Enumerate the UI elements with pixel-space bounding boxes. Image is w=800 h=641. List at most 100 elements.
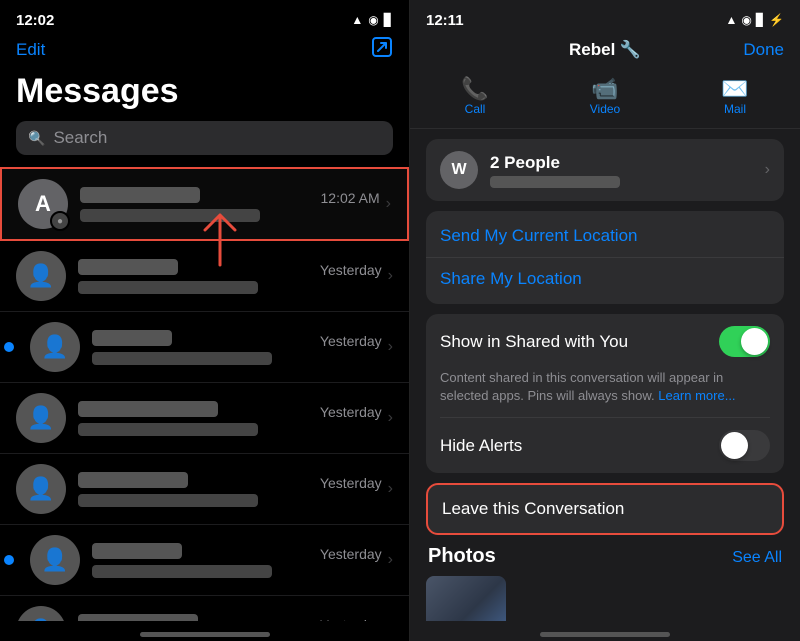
people-chevron-icon: ›	[765, 161, 770, 179]
home-bar-left	[0, 621, 409, 641]
avatar-5: 👤	[16, 464, 66, 514]
toggle-knob-shared	[741, 328, 768, 355]
photo-image-1: W	[426, 576, 506, 621]
photos-section: Photos See All W	[426, 545, 784, 621]
conversation-item-1[interactable]: A ● 12:02 AM ›	[0, 167, 409, 241]
conv-time-3: Yesterday	[320, 333, 382, 349]
conv-time-6: Yesterday	[320, 546, 382, 562]
avatar-wrap-6: 👤	[30, 535, 80, 585]
messages-title: Messages	[0, 72, 409, 121]
send-location-link[interactable]: Send My Current Location	[440, 226, 638, 245]
people-row[interactable]: W 2 People ›	[426, 139, 784, 201]
conv-preview-2	[78, 281, 258, 294]
left-panel: 12:02 ▲ ◉ ▊ Edit Messages 🔍 Search A ●	[0, 0, 410, 641]
conv-preview-5	[78, 494, 258, 507]
avatar-7: 👤	[16, 606, 66, 621]
status-time-right: 12:11	[426, 12, 464, 29]
people-count: 2 People	[490, 153, 765, 173]
conversation-item-4[interactable]: 👤 Yesterday ›	[0, 383, 409, 454]
unread-dot-3	[4, 342, 14, 352]
photo-thumb-1[interactable]: W	[426, 576, 506, 621]
home-indicator-right	[540, 632, 670, 637]
conv-time-7: Yesterday	[320, 617, 382, 622]
status-icons-right: ▲ ◉ ▊ ⚡	[725, 13, 784, 27]
shared-with-you-toggle[interactable]	[719, 326, 770, 357]
detail-scroll[interactable]: W 2 People › Send My Current Location Sh…	[410, 129, 800, 621]
search-bar[interactable]: 🔍 Search	[16, 121, 393, 155]
conv-name-7	[78, 614, 198, 622]
avatar-4: 👤	[16, 393, 66, 443]
toggle-section: Show in Shared with You Content shared i…	[426, 314, 784, 473]
conv-content-7: Yesterday	[78, 614, 382, 622]
hide-alerts-row: Hide Alerts	[426, 418, 784, 473]
avatar-sub-1: ●	[50, 211, 70, 231]
photos-grid: W	[426, 576, 784, 621]
compose-button[interactable]	[371, 36, 393, 64]
charging-icon: ⚡	[769, 13, 784, 27]
conversation-item-3[interactable]: 👤 Yesterday ›	[0, 312, 409, 383]
signal-icon: ▲	[351, 13, 363, 27]
conv-name-1	[80, 187, 200, 203]
conv-name-5	[78, 472, 188, 488]
avatar-wrap-7: 👤	[16, 606, 66, 621]
detail-title-wrap: Rebel 🔧	[569, 40, 641, 60]
tab-call[interactable]: 📞 Call	[410, 72, 540, 120]
status-bar-right: 12:11 ▲ ◉ ▊ ⚡	[410, 0, 800, 36]
conv-time-2: Yesterday	[320, 262, 382, 278]
conv-content-1: 12:02 AM	[80, 187, 380, 222]
tab-video[interactable]: 📹 Video	[540, 72, 670, 120]
send-location-item[interactable]: Send My Current Location	[426, 215, 784, 258]
conversation-item-6[interactable]: 👤 Yesterday ›	[0, 525, 409, 596]
battery-icon-left: ▊	[384, 13, 393, 27]
location-section: Send My Current Location Share My Locati…	[426, 211, 784, 304]
photos-title: Photos	[428, 545, 496, 568]
chevron-icon-4: ›	[388, 409, 393, 427]
conv-name-2	[78, 259, 178, 275]
share-location-link[interactable]: Share My Location	[440, 269, 582, 288]
conv-preview-1	[80, 209, 260, 222]
chevron-icon-5: ›	[388, 480, 393, 498]
tab-mail[interactable]: ✉️ Mail	[670, 72, 800, 120]
status-icons-left: ▲ ◉ ▊	[351, 13, 393, 27]
conversation-item-5[interactable]: 👤 Yesterday ›	[0, 454, 409, 525]
share-location-item[interactable]: Share My Location	[426, 258, 784, 300]
detail-title: Rebel	[569, 40, 615, 59]
conversation-item-7[interactable]: 👤 Yesterday ›	[0, 596, 409, 621]
search-placeholder: Search	[53, 128, 107, 148]
avatar-2: 👤	[16, 251, 66, 301]
conv-content-4: Yesterday	[78, 401, 382, 436]
unread-dot-6	[4, 555, 14, 565]
conversation-list: A ● 12:02 AM › 👤 Yesterday	[0, 167, 409, 621]
toggle-knob-alerts	[721, 432, 748, 459]
photos-header: Photos See All	[426, 545, 784, 568]
edit-button[interactable]: Edit	[16, 40, 45, 60]
hide-alerts-toggle[interactable]	[719, 430, 770, 461]
avatar-wrap-3: 👤	[30, 322, 80, 372]
avatar-wrap-5: 👤	[16, 464, 66, 514]
wifi-icon-right: ◉	[741, 13, 751, 27]
leave-text: Leave this Conversation	[442, 499, 624, 518]
photos-see-all-button[interactable]: See All	[732, 549, 782, 567]
done-button[interactable]: Done	[743, 40, 784, 60]
conversation-item-2[interactable]: 👤 Yesterday ›	[0, 241, 409, 312]
action-tabs: 📞 Call 📹 Video ✉️ Mail	[410, 68, 800, 129]
leave-button[interactable]: Leave this Conversation	[428, 485, 782, 533]
conv-time-1: 12:02 AM	[321, 190, 380, 206]
conv-name-6	[92, 543, 182, 559]
chevron-icon-2: ›	[388, 267, 393, 285]
avatar-6: 👤	[30, 535, 80, 585]
conv-content-3: Yesterday	[92, 330, 382, 365]
leave-section[interactable]: Leave this Conversation	[426, 483, 784, 535]
conv-name-row-1: 12:02 AM	[80, 187, 380, 206]
learn-more-link[interactable]: Learn more...	[658, 388, 735, 403]
conv-preview-4	[78, 423, 258, 436]
shared-with-you-label: Show in Shared with You	[440, 332, 628, 352]
shared-with-you-row: Show in Shared with You	[426, 314, 784, 369]
home-indicator-left	[140, 632, 270, 637]
chevron-icon-1: ›	[386, 195, 391, 213]
people-names	[490, 176, 620, 188]
conv-preview-6	[92, 565, 272, 578]
conv-name-4	[78, 401, 218, 417]
people-section[interactable]: W 2 People ›	[426, 139, 784, 201]
conv-time-5: Yesterday	[320, 475, 382, 491]
